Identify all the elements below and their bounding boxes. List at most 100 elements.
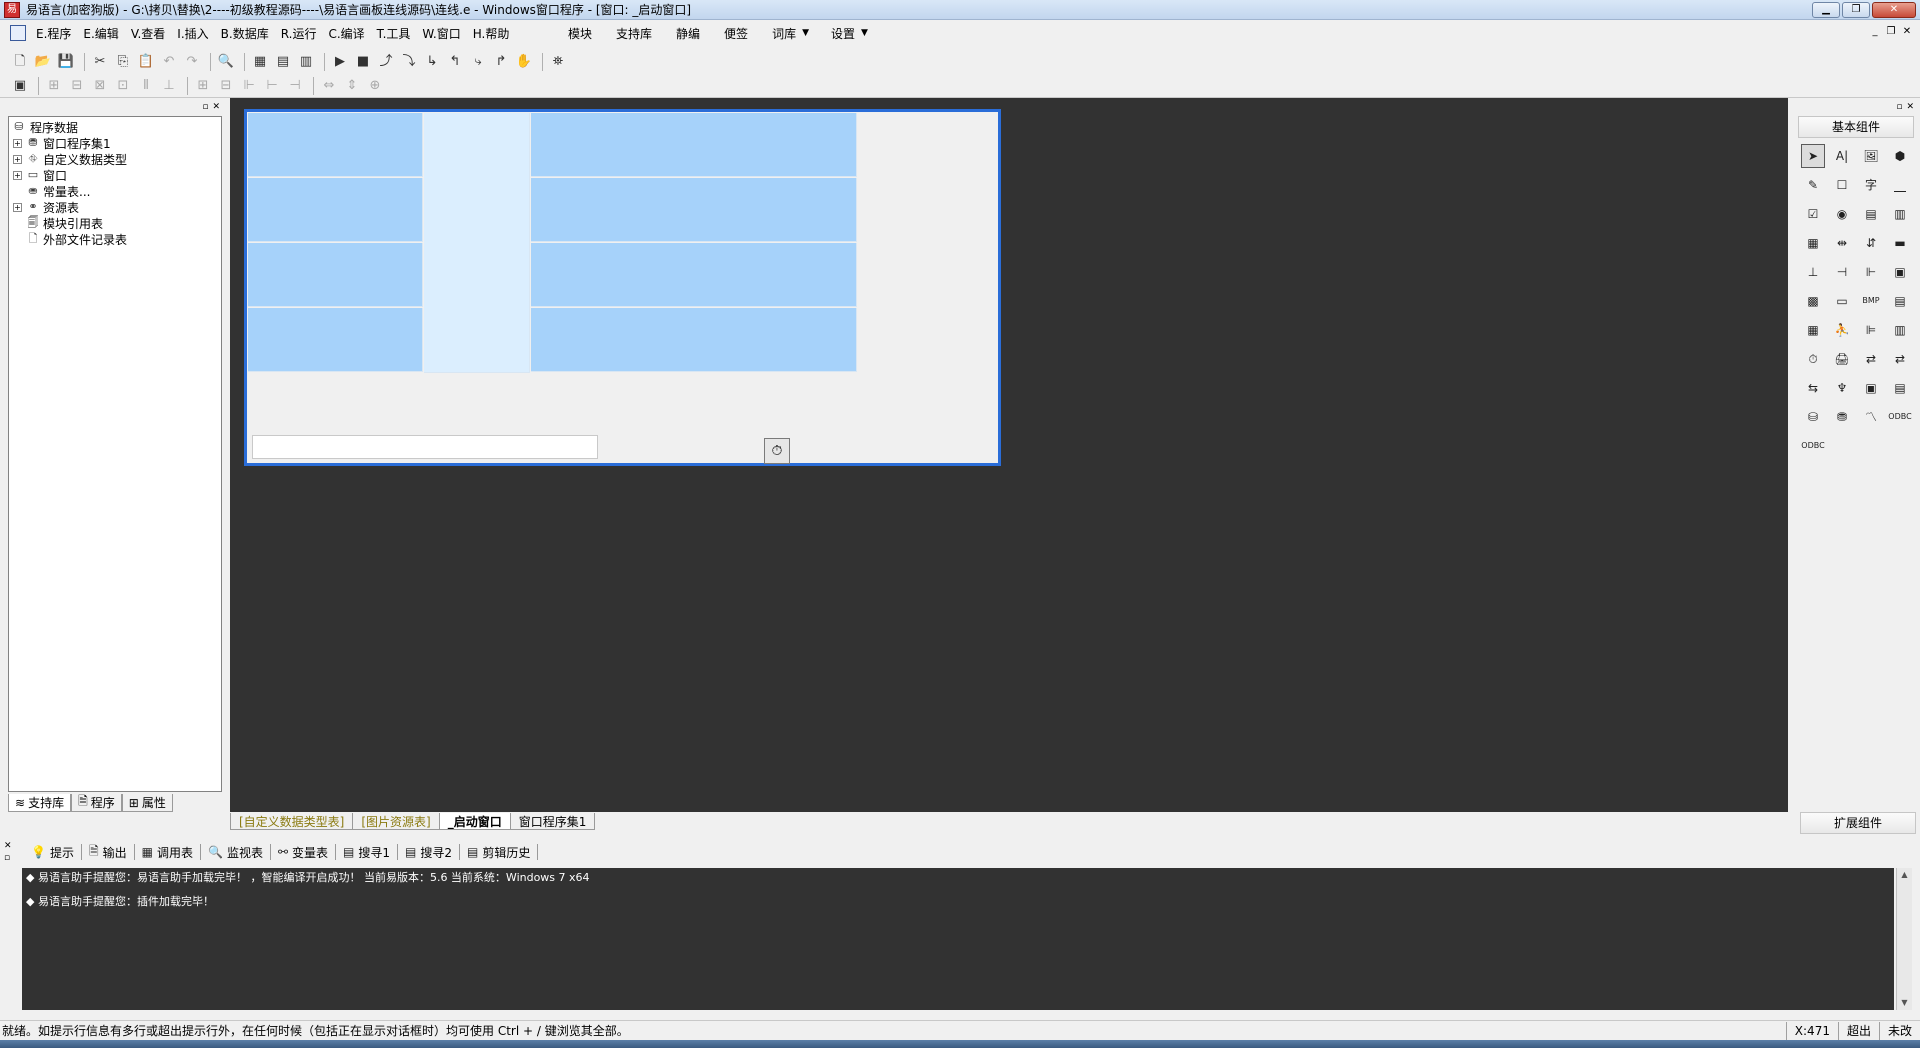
- menu-run[interactable]: R.运行: [275, 25, 323, 42]
- menu-help[interactable]: H.帮助: [467, 25, 516, 42]
- toolbar-button[interactable]: ▣: [10, 76, 30, 96]
- close-icon[interactable]: ✕: [1906, 102, 1914, 112]
- toolbar-button[interactable]: ✂: [90, 52, 110, 72]
- toolbar-button[interactable]: ⊠: [90, 76, 110, 96]
- output-scrollbar[interactable]: ▲ ▼: [1896, 868, 1912, 1010]
- toolbar-button[interactable]: ⫴: [136, 76, 156, 96]
- toolbar-button[interactable]: ↶: [159, 52, 179, 72]
- tree-item[interactable]: + ▭ 窗口: [11, 167, 221, 183]
- component-icon[interactable]: ▭: [1830, 289, 1854, 313]
- toolbar-button[interactable]: ⊞: [44, 76, 64, 96]
- toolbar-button[interactable]: ⤷: [468, 52, 488, 72]
- component-icon[interactable]: ▬: [1888, 231, 1912, 255]
- component-icon[interactable]: ▩: [1801, 289, 1825, 313]
- component-icon[interactable]: ▦: [1801, 231, 1825, 255]
- menu-module[interactable]: 模块: [556, 25, 604, 42]
- component-icon[interactable]: ▥: [1888, 318, 1912, 342]
- expand-icon[interactable]: +: [13, 138, 22, 148]
- output-tab[interactable]: ▤ 剪辑历史: [460, 844, 539, 860]
- component-icon[interactable]: ▤: [1888, 376, 1912, 400]
- scroll-down-icon[interactable]: ▼: [1897, 996, 1912, 1010]
- toolbar-button[interactable]: ▤: [273, 52, 293, 72]
- form-designer[interactable]: ⏱: [230, 98, 1788, 812]
- canvas-cell[interactable]: [531, 308, 857, 372]
- toolbar-button[interactable]: ⊥: [159, 76, 179, 96]
- component-icon[interactable]: ⇄: [1859, 347, 1883, 371]
- left-tab[interactable]: ≋ 支持库: [8, 794, 72, 812]
- menu-thesaurus[interactable]: 词库: [760, 25, 808, 42]
- toolbar-button[interactable]: ⊢: [262, 76, 282, 96]
- toolbar-button[interactable]: 💾: [56, 52, 76, 72]
- toolbar-button[interactable]: ⤵: [399, 52, 419, 72]
- toolbar-button[interactable]: ⊡: [113, 76, 133, 96]
- component-icon[interactable]: BMP: [1859, 289, 1883, 313]
- mdi-restore-button[interactable]: ❐: [1884, 26, 1898, 40]
- expand-icon[interactable]: +: [13, 154, 22, 164]
- component-icon[interactable]: ⊣: [1830, 260, 1854, 284]
- component-icon[interactable]: A|: [1830, 144, 1854, 168]
- toolbar-button[interactable]: 📂: [33, 52, 53, 72]
- chevron-down-icon[interactable]: ▼: [802, 28, 809, 38]
- timer-icon[interactable]: ⏱: [764, 438, 790, 464]
- menu-tools[interactable]: T.工具: [371, 25, 417, 42]
- component-icon[interactable]: ▤: [1888, 289, 1912, 313]
- toolbar-button[interactable]: ⇔: [319, 76, 339, 96]
- basic-components-header[interactable]: 基本组件: [1798, 116, 1914, 138]
- toolbar-button[interactable]: ■: [353, 52, 373, 72]
- component-icon[interactable]: ODBC: [1888, 405, 1912, 429]
- left-tab[interactable]: 🗎 程序: [71, 794, 122, 812]
- close-button[interactable]: ✕: [1872, 2, 1916, 18]
- component-icon[interactable]: 🖨: [1830, 347, 1854, 371]
- close-icon[interactable]: ✕: [212, 102, 220, 112]
- minimize-button[interactable]: ▁: [1812, 2, 1840, 18]
- toolbar-button[interactable]: ⊟: [67, 76, 87, 96]
- component-icon[interactable]: 〽: [1859, 405, 1883, 429]
- tree-item[interactable]: + ⛃ 窗口程序集1: [11, 135, 221, 151]
- toolbar-button[interactable]: ⊟: [216, 76, 236, 96]
- toolbar-button[interactable]: ⤴: [376, 52, 396, 72]
- expand-icon[interactable]: +: [13, 202, 22, 212]
- toolbar-button[interactable]: ⊣: [285, 76, 305, 96]
- chevron-down-icon[interactable]: ▼: [861, 28, 868, 38]
- tree-item[interactable]: + ⛗ 自定义数据类型: [11, 151, 221, 167]
- toolbar-button[interactable]: ▶: [330, 52, 350, 72]
- component-icon[interactable]: ⇹: [1830, 231, 1854, 255]
- component-icon[interactable]: ⛁: [1801, 405, 1825, 429]
- form-edit-box[interactable]: [252, 435, 598, 459]
- component-icon[interactable]: ☑: [1801, 202, 1825, 226]
- output-tab[interactable]: ▦ 调用表: [135, 844, 201, 860]
- tab-image-resources[interactable]: [图片资源表]: [352, 813, 440, 830]
- output-tab[interactable]: ▤ 搜寻1: [336, 844, 399, 860]
- canvas-panel[interactable]: [424, 113, 530, 373]
- toolbar-button[interactable]: ↱: [491, 52, 511, 72]
- toolbar-button[interactable]: ↳: [422, 52, 442, 72]
- menu-database[interactable]: B.数据库: [215, 25, 275, 42]
- tab-custom-data-types[interactable]: [自定义数据类型表]: [230, 813, 354, 830]
- component-icon[interactable]: ▣: [1859, 376, 1883, 400]
- toolbar-button[interactable]: ⇕: [342, 76, 362, 96]
- component-icon[interactable]: ⛹: [1830, 318, 1854, 342]
- output-tab[interactable]: ⚯ 变量表: [271, 844, 337, 860]
- component-icon[interactable]: ☐: [1830, 173, 1854, 197]
- pin-icon[interactable]: ▫: [1896, 102, 1902, 112]
- component-icon[interactable]: ✎: [1801, 173, 1825, 197]
- toolbar-button[interactable]: 📋: [136, 52, 156, 72]
- component-icon[interactable]: ODBC: [1801, 434, 1825, 458]
- component-icon[interactable]: ⇄: [1888, 347, 1912, 371]
- canvas-cell[interactable]: [248, 113, 423, 177]
- component-icon[interactable]: ◉: [1830, 202, 1854, 226]
- toolbar-button[interactable]: ⊞: [193, 76, 213, 96]
- toolbar-button[interactable]: ⊩: [239, 76, 259, 96]
- tree-item[interactable]: 🗐 模块引用表: [11, 215, 221, 231]
- menu-insert[interactable]: I.插入: [171, 25, 214, 42]
- tree-item[interactable]: ⛂ 常量表...: [11, 183, 221, 199]
- component-icon[interactable]: ▥: [1888, 202, 1912, 226]
- close-icon[interactable]: ✕: [4, 840, 16, 852]
- component-icon[interactable]: ⎽: [1888, 173, 1912, 197]
- menu-compile[interactable]: C.编译: [322, 25, 370, 42]
- toolbar-button[interactable]: ↰: [445, 52, 465, 72]
- menu-notes[interactable]: 便签: [712, 25, 760, 42]
- canvas-cell[interactable]: [248, 243, 423, 307]
- tree-item[interactable]: ⛁ 程序数据: [11, 119, 221, 135]
- scroll-up-icon[interactable]: ▲: [1897, 868, 1912, 882]
